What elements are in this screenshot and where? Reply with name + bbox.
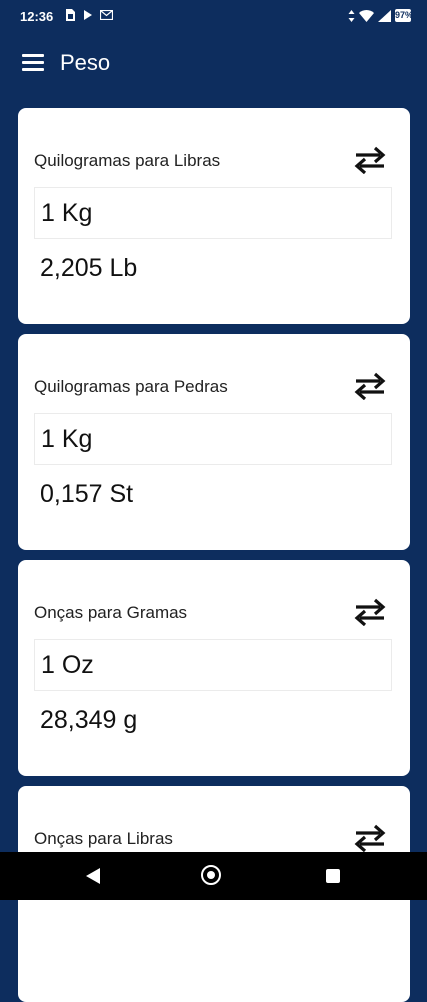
conversion-title: Onças para Gramas [34, 603, 188, 622]
conversion-card: Quilogramas para Pedras 0,157 St [18, 334, 410, 550]
system-status-icons: 97% [348, 9, 414, 22]
mail-icon [100, 10, 113, 20]
back-icon[interactable] [86, 868, 100, 884]
conversion-title: Quilogramas para Libras [34, 151, 221, 170]
value-input[interactable] [34, 639, 392, 691]
play-icon [84, 10, 92, 20]
value-input[interactable] [34, 413, 392, 465]
recents-icon[interactable] [326, 869, 340, 883]
hamburger-icon [22, 54, 44, 57]
notification-icons [66, 9, 113, 21]
swap-arrows-icon [354, 372, 386, 401]
status-bar: 12:36 97% [0, 0, 427, 32]
sim-card-icon [66, 9, 75, 21]
menu-button[interactable] [22, 54, 46, 74]
swap-arrows-icon [354, 824, 386, 853]
app-bar: Peso [0, 40, 427, 88]
system-navigation-bar [0, 852, 427, 900]
swap-button[interactable] [354, 146, 386, 175]
swap-arrows-icon [354, 598, 386, 627]
swap-arrows-icon [354, 146, 386, 175]
cell-signal-icon [378, 9, 391, 22]
data-transfer-icon [348, 9, 355, 22]
value-input[interactable] [34, 187, 392, 239]
swap-button[interactable] [354, 372, 386, 401]
battery-percent: 97% [395, 10, 414, 20]
page-title: Peso [60, 50, 111, 75]
home-icon[interactable] [201, 865, 221, 885]
swap-button[interactable] [354, 824, 386, 853]
conversion-result: 0,157 St [40, 480, 134, 508]
conversion-card: Quilogramas para Libras 2,205 Lb [18, 108, 410, 324]
wifi-icon [359, 9, 374, 22]
conversion-card: Onças para Gramas 28,349 g [18, 560, 410, 776]
conversion-result: 28,349 g [40, 706, 138, 734]
swap-button[interactable] [354, 598, 386, 627]
battery-icon: 97% [395, 9, 414, 22]
conversion-title: Onças para Libras [34, 829, 173, 848]
status-time: 12:36 [20, 9, 54, 24]
conversion-title: Quilogramas para Pedras [34, 377, 228, 396]
conversion-result: 2,205 Lb [40, 254, 138, 282]
